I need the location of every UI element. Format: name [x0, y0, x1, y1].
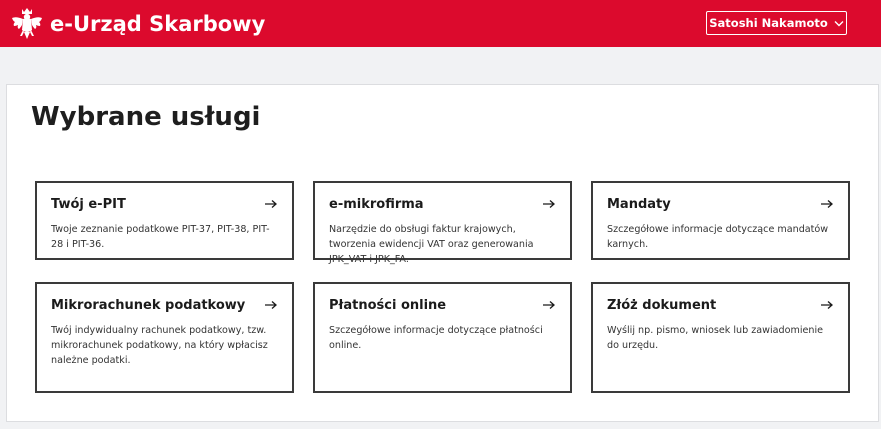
card-title: Twój e-PIT	[51, 196, 126, 212]
service-card-e-mikrofirma[interactable]: e-mikrofirma Narzędzie do obsługi faktur…	[313, 181, 572, 265]
brand-link[interactable]: e-Urząd Skarbowy	[10, 6, 265, 42]
top-bar: e-Urząd Skarbowy Satoshi Nakamoto	[0, 0, 881, 47]
service-card-zloz-dokument[interactable]: Złóż dokument Wyślij np. pismo, wniosek …	[591, 282, 850, 393]
card-title: Złóż dokument	[607, 297, 717, 313]
card-description: Twój indywidualny rachunek podatkowy, tz…	[51, 325, 268, 366]
arrow-right-icon	[265, 200, 277, 208]
polish-eagle-icon	[12, 7, 42, 39]
service-card-mikrorachunek[interactable]: Mikrorachunek podatkowy Twój indywidualn…	[35, 282, 294, 393]
arrow-right-icon	[821, 301, 833, 309]
arrow-right-icon	[543, 301, 555, 309]
card-title: Mikrorachunek podatkowy	[51, 297, 246, 313]
user-menu-button[interactable]: Satoshi Nakamoto	[706, 11, 847, 35]
card-description: Szczegółowe informacje dotyczące mandató…	[607, 224, 829, 250]
card-title: e-mikrofirma	[329, 196, 424, 212]
card-description: Szczegółowe informacje dotyczące płatnoś…	[329, 325, 543, 351]
arrow-right-icon	[821, 200, 833, 208]
card-description: Wyślij np. pismo, wniosek lub zawiadomie…	[607, 325, 824, 351]
card-description: Narzędzie do obsługi faktur krajowych, t…	[329, 224, 534, 265]
page-title: Wybrane usługi	[31, 102, 261, 132]
card-title: Mandaty	[607, 196, 671, 212]
arrow-right-icon	[543, 200, 555, 208]
user-name: Satoshi Nakamoto	[709, 16, 828, 30]
chevron-down-icon	[834, 20, 844, 26]
brand-title: e-Urząd Skarbowy	[50, 11, 266, 36]
service-card-e-pit[interactable]: Twój e-PIT Twoje zeznanie podatkowe PIT-…	[35, 181, 294, 260]
card-title: Płatności online	[329, 297, 447, 313]
arrow-right-icon	[265, 301, 277, 309]
service-card-platnosci-online[interactable]: Płatności online Szczegółowe informacje …	[313, 282, 572, 393]
service-card-mandaty[interactable]: Mandaty Szczegółowe informacje dotyczące…	[591, 181, 850, 260]
services-panel: Wybrane usługi Twój e-PIT Twoje zeznanie…	[6, 84, 879, 422]
card-description: Twoje zeznanie podatkowe PIT-37, PIT-38,…	[51, 224, 270, 250]
